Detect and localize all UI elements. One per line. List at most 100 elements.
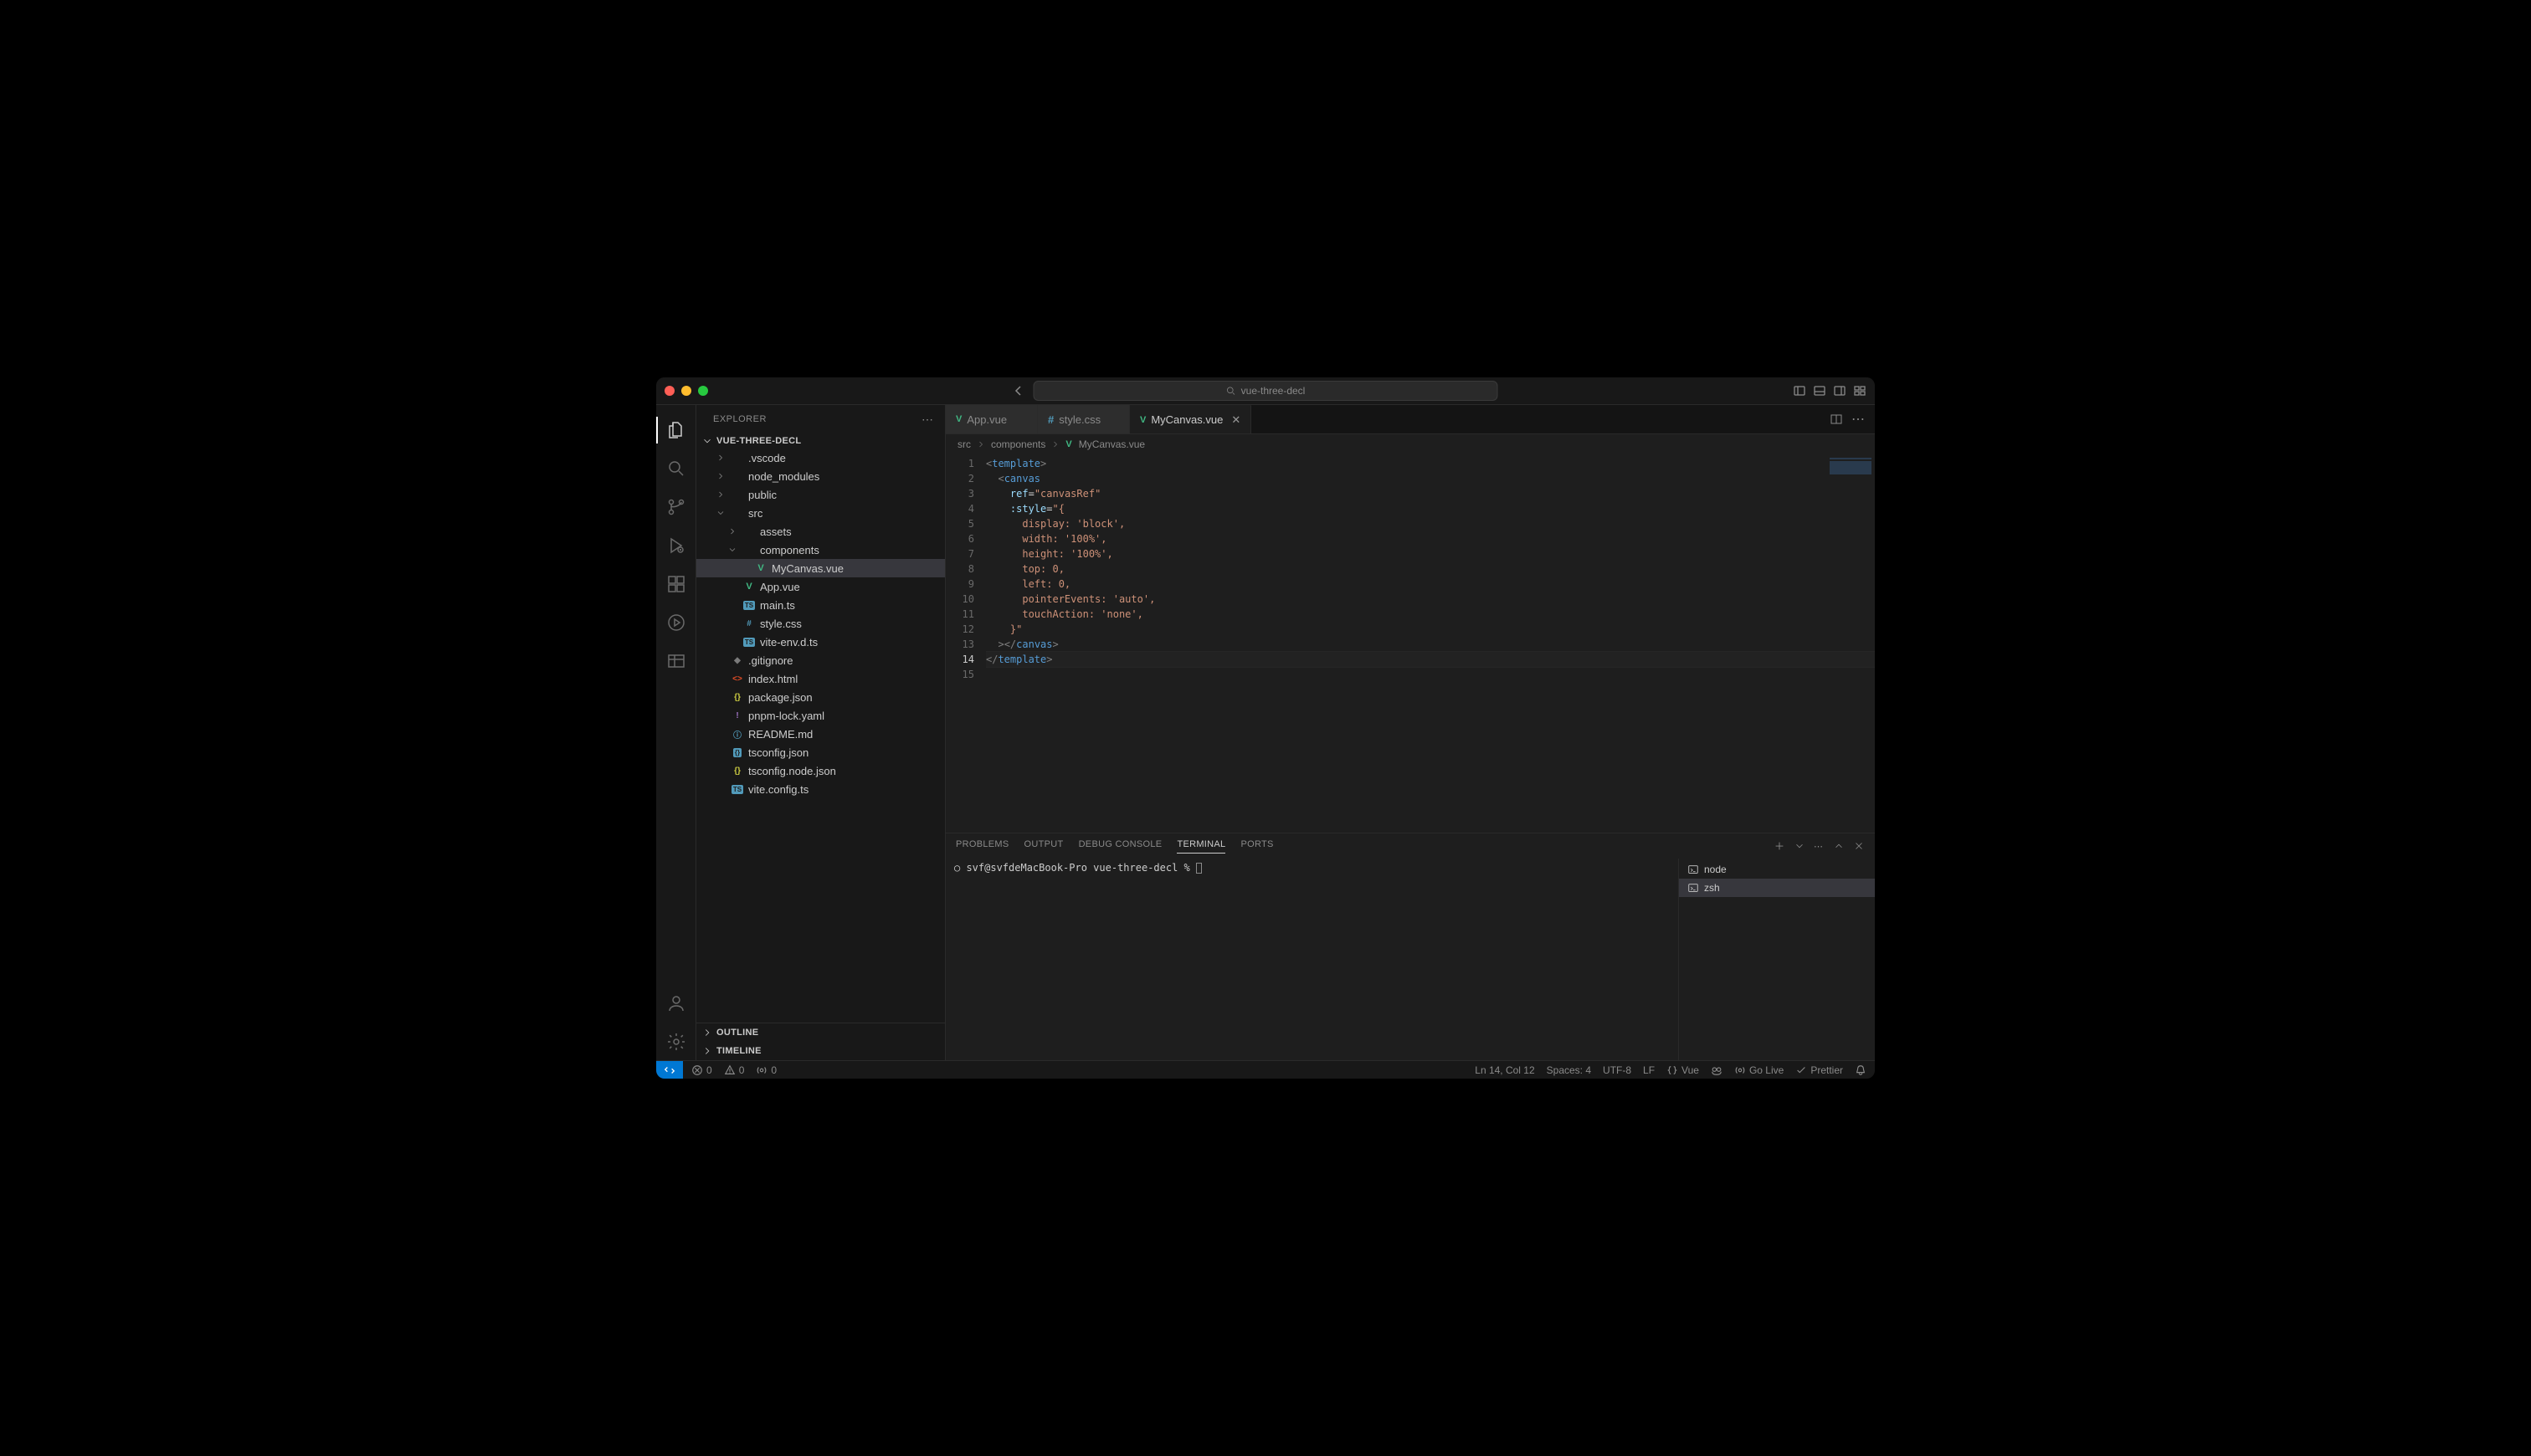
radio-icon xyxy=(756,1064,768,1076)
layout-custom-icon[interactable] xyxy=(1853,384,1866,397)
section-outline[interactable]: OUTLINE xyxy=(696,1023,945,1042)
breadcrumb-item[interactable]: src xyxy=(957,438,971,450)
minimap[interactable] xyxy=(1830,458,1871,516)
file-pnpm-lock.yaml[interactable]: !pnpm-lock.yaml xyxy=(696,706,945,725)
new-terminal-icon[interactable] xyxy=(1774,840,1785,852)
sidebar-more-icon[interactable]: ⋯ xyxy=(922,413,935,427)
folder-src[interactable]: src xyxy=(696,504,945,522)
terminal-split-dropdown-icon[interactable] xyxy=(1794,840,1805,852)
editor-area: VApp.vue#style.cssVMyCanvas.vue✕ ⋯ src co… xyxy=(946,405,1875,1060)
file-README.md[interactable]: ⓘREADME.md xyxy=(696,725,945,743)
chevron-down-icon xyxy=(701,435,713,447)
tab-App.vue[interactable]: VApp.vue xyxy=(946,405,1038,433)
layout-panel-icon[interactable] xyxy=(1813,384,1826,397)
file-package.json[interactable]: {}package.json xyxy=(696,688,945,706)
file-.gitignore[interactable]: ◆.gitignore xyxy=(696,651,945,669)
window-minimize-button[interactable] xyxy=(681,386,691,396)
breadcrumb-item[interactable]: components xyxy=(991,438,1045,450)
branch-icon xyxy=(666,497,686,517)
panel: PROBLEMS OUTPUT DEBUG CONSOLE TERMINAL PORTS… xyxy=(946,833,1875,1060)
panel-tab-debug-console[interactable]: DEBUG CONSOLE xyxy=(1079,839,1163,853)
file-tsconfig.node.json[interactable]: {}tsconfig.node.json xyxy=(696,761,945,780)
remote-icon xyxy=(664,1064,675,1076)
panel-tab-output[interactable]: OUTPUT xyxy=(1024,839,1064,853)
section-project[interactable]: VUE-THREE-DECL xyxy=(696,433,945,449)
nav-back-icon[interactable] xyxy=(1012,384,1025,397)
status-ports[interactable]: 0 xyxy=(756,1064,777,1076)
breadcrumb-item[interactable]: MyCanvas.vue xyxy=(1079,438,1145,450)
more-icon[interactable]: ⋯ xyxy=(1814,841,1825,852)
folder-assets[interactable]: assets xyxy=(696,522,945,541)
layout-sidebar-left-icon[interactable] xyxy=(1793,384,1806,397)
code-editor[interactable]: 123456789101112131415 <template> <canvas… xyxy=(946,454,1875,833)
section-timeline[interactable]: TIMELINE xyxy=(696,1042,945,1060)
activity-run[interactable] xyxy=(656,527,696,564)
command-center[interactable]: vue-three-decl xyxy=(1034,381,1498,401)
status-copilot[interactable] xyxy=(1711,1064,1722,1076)
panel-tab-problems[interactable]: PROBLEMS xyxy=(956,839,1009,853)
status-prettier[interactable]: Prettier xyxy=(1795,1064,1843,1076)
cursor xyxy=(1196,863,1202,874)
panel-tab-ports[interactable]: PORTS xyxy=(1240,839,1273,853)
status-eol[interactable]: LF xyxy=(1643,1064,1655,1076)
file-vite-env.d.ts[interactable]: TSvite-env.d.ts xyxy=(696,633,945,651)
folder-components[interactable]: components xyxy=(696,541,945,559)
search-text: vue-three-decl xyxy=(1241,385,1306,397)
folder-node_modules[interactable]: node_modules xyxy=(696,467,945,485)
status-encoding[interactable]: UTF-8 xyxy=(1603,1064,1631,1076)
titlebar: vue-three-decl xyxy=(656,377,1875,405)
file-tsconfig.json[interactable]: {}tsconfig.json xyxy=(696,743,945,761)
broadcast-icon xyxy=(1734,1064,1746,1076)
status-warnings[interactable]: 0 xyxy=(724,1064,745,1076)
status-left: 0 0 0 xyxy=(683,1064,777,1076)
activity-search[interactable] xyxy=(656,450,696,487)
file-MyCanvas.vue[interactable]: VMyCanvas.vue xyxy=(696,559,945,577)
tab-MyCanvas.vue[interactable]: VMyCanvas.vue✕ xyxy=(1130,405,1251,433)
split-editor-icon[interactable] xyxy=(1830,413,1843,426)
activity-table[interactable] xyxy=(656,643,696,679)
folder-public[interactable]: public xyxy=(696,485,945,504)
activity-explorer[interactable] xyxy=(656,412,696,449)
extensions-icon xyxy=(666,574,686,594)
close-panel-icon[interactable] xyxy=(1853,840,1865,852)
status-errors[interactable]: 0 xyxy=(691,1064,712,1076)
remote-button[interactable] xyxy=(656,1061,683,1079)
layout-sidebar-right-icon[interactable] xyxy=(1833,384,1846,397)
terminal-list: nodezsh xyxy=(1678,859,1875,1060)
search-icon xyxy=(1226,386,1236,396)
activity-extensions[interactable] xyxy=(656,566,696,602)
panel-body: ○ svf@svfdeMacBook-Pro vue-three-decl % … xyxy=(946,859,1875,1060)
file-App.vue[interactable]: VApp.vue xyxy=(696,577,945,596)
run-icon xyxy=(666,536,686,556)
terminal-output[interactable]: ○ svf@svfdeMacBook-Pro vue-three-decl % xyxy=(946,859,1678,1060)
more-actions-icon[interactable]: ⋯ xyxy=(1851,411,1866,428)
terminal-zsh[interactable]: zsh xyxy=(1679,879,1875,897)
panel-tab-terminal[interactable]: TERMINAL xyxy=(1177,839,1225,854)
breadcrumb[interactable]: srccomponentsVMyCanvas.vue xyxy=(946,434,1875,454)
folder-.vscode[interactable]: .vscode xyxy=(696,449,945,467)
file-style.css[interactable]: #style.css xyxy=(696,614,945,633)
file-main.ts[interactable]: TSmain.ts xyxy=(696,596,945,614)
activity-live[interactable] xyxy=(656,604,696,641)
status-go-live[interactable]: Go Live xyxy=(1734,1064,1784,1076)
close-tab-icon[interactable]: ✕ xyxy=(1231,413,1240,427)
status-spaces[interactable]: Spaces: 4 xyxy=(1547,1064,1591,1076)
activity-accounts[interactable] xyxy=(656,985,696,1022)
status-bell[interactable] xyxy=(1855,1064,1866,1076)
tab-style.css[interactable]: #style.css xyxy=(1038,405,1130,433)
status-lang[interactable]: Vue xyxy=(1666,1064,1699,1076)
code-content[interactable]: <template> <canvas ref="canvasRef" :styl… xyxy=(986,454,1875,833)
status-ln-col[interactable]: Ln 14, Col 12 xyxy=(1475,1064,1534,1076)
file-vite.config.ts[interactable]: TSvite.config.ts xyxy=(696,780,945,798)
terminal-node[interactable]: node xyxy=(1679,860,1875,879)
window-maximize-button[interactable] xyxy=(698,386,708,396)
search-icon xyxy=(666,459,686,479)
table-icon xyxy=(666,651,686,671)
activity-scm[interactable] xyxy=(656,489,696,525)
gear-icon xyxy=(666,1032,686,1052)
window-close-button[interactable] xyxy=(665,386,675,396)
activity-settings[interactable] xyxy=(656,1023,696,1060)
maximize-panel-icon[interactable] xyxy=(1833,840,1845,852)
file-index.html[interactable]: <>index.html xyxy=(696,669,945,688)
activitybar xyxy=(656,405,696,1060)
